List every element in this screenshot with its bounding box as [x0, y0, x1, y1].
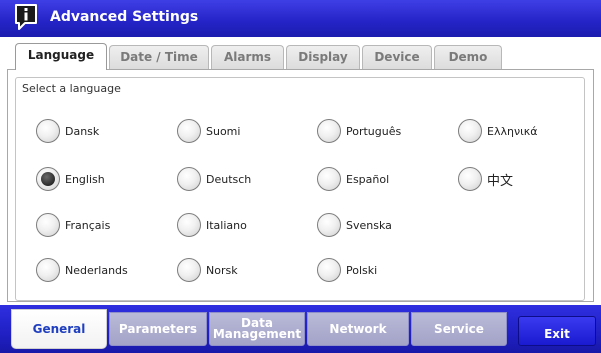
- exit-button[interactable]: Exit: [518, 316, 596, 346]
- radio-button[interactable]: [317, 167, 341, 191]
- language-option-label: Norsk: [206, 263, 238, 277]
- language-option-norsk[interactable]: Norsk: [177, 257, 238, 283]
- language-option-label: Svenska: [346, 218, 392, 232]
- language-option-greek[interactable]: Ελληνικά: [458, 118, 538, 144]
- language-option-label: 中文: [487, 173, 514, 189]
- radio-button[interactable]: [36, 119, 60, 143]
- language-option-english[interactable]: English: [36, 166, 105, 192]
- language-option-svenska[interactable]: Svenska: [317, 212, 392, 238]
- tab-display[interactable]: Display: [286, 45, 360, 69]
- tab-demo[interactable]: Demo: [434, 45, 502, 69]
- language-option-nederlands[interactable]: Nederlands: [36, 257, 128, 283]
- radio-button[interactable]: [458, 167, 482, 191]
- language-group-label: Select a language: [22, 82, 121, 95]
- tab-general[interactable]: General: [11, 309, 107, 349]
- tab-alarms[interactable]: Alarms: [211, 45, 284, 69]
- language-option-label: Dansk: [65, 124, 100, 138]
- language-option-label: Português: [346, 124, 402, 138]
- language-option-francais[interactable]: Français: [36, 212, 110, 238]
- language-option-label: Suomi: [206, 124, 241, 138]
- radio-button[interactable]: [36, 213, 60, 237]
- language-option-label: Ελληνικά: [487, 124, 538, 138]
- radio-button[interactable]: [317, 213, 341, 237]
- language-option-label: Deutsch: [206, 172, 252, 186]
- radio-button[interactable]: [177, 119, 201, 143]
- info-speech-bubble-icon: [15, 4, 37, 30]
- radio-button[interactable]: [36, 258, 60, 282]
- tab-data-management[interactable]: Data Management: [209, 312, 305, 346]
- language-option-label: Nederlands: [65, 263, 128, 277]
- radio-button[interactable]: [458, 119, 482, 143]
- tab-device[interactable]: Device: [362, 45, 432, 69]
- language-option-italiano[interactable]: Italiano: [177, 212, 247, 238]
- radio-button-selected[interactable]: [36, 167, 60, 191]
- language-option-dansk[interactable]: Dansk: [36, 118, 99, 144]
- language-option-label: English: [65, 172, 105, 186]
- radio-button[interactable]: [317, 258, 341, 282]
- tab-date-time[interactable]: Date / Time: [109, 45, 209, 69]
- tab-network[interactable]: Network: [307, 312, 409, 346]
- settings-tab-strip: Language Date / Time Alarms Display Devi…: [15, 43, 601, 70]
- language-option-espanol[interactable]: Español: [317, 166, 389, 192]
- tab-parameters[interactable]: Parameters: [109, 312, 207, 346]
- tab-language[interactable]: Language: [15, 43, 107, 70]
- window-title: Advanced Settings: [50, 9, 199, 25]
- language-option-suomi[interactable]: Suomi: [177, 118, 240, 144]
- language-option-label: Français: [65, 218, 111, 232]
- language-option-label: Polski: [346, 263, 378, 277]
- radio-button[interactable]: [177, 167, 201, 191]
- language-option-portugues[interactable]: Português: [317, 118, 401, 144]
- radio-button[interactable]: [177, 258, 201, 282]
- language-option-label: Italiano: [206, 218, 247, 232]
- radio-button[interactable]: [317, 119, 341, 143]
- language-option-chinese[interactable]: 中文: [458, 166, 513, 192]
- title-bar: Advanced Settings: [0, 0, 601, 37]
- language-option-deutsch[interactable]: Deutsch: [177, 166, 251, 192]
- language-option-label: Español: [346, 172, 390, 186]
- radio-button[interactable]: [177, 213, 201, 237]
- tab-service[interactable]: Service: [411, 312, 507, 346]
- language-option-polski[interactable]: Polski: [317, 257, 377, 283]
